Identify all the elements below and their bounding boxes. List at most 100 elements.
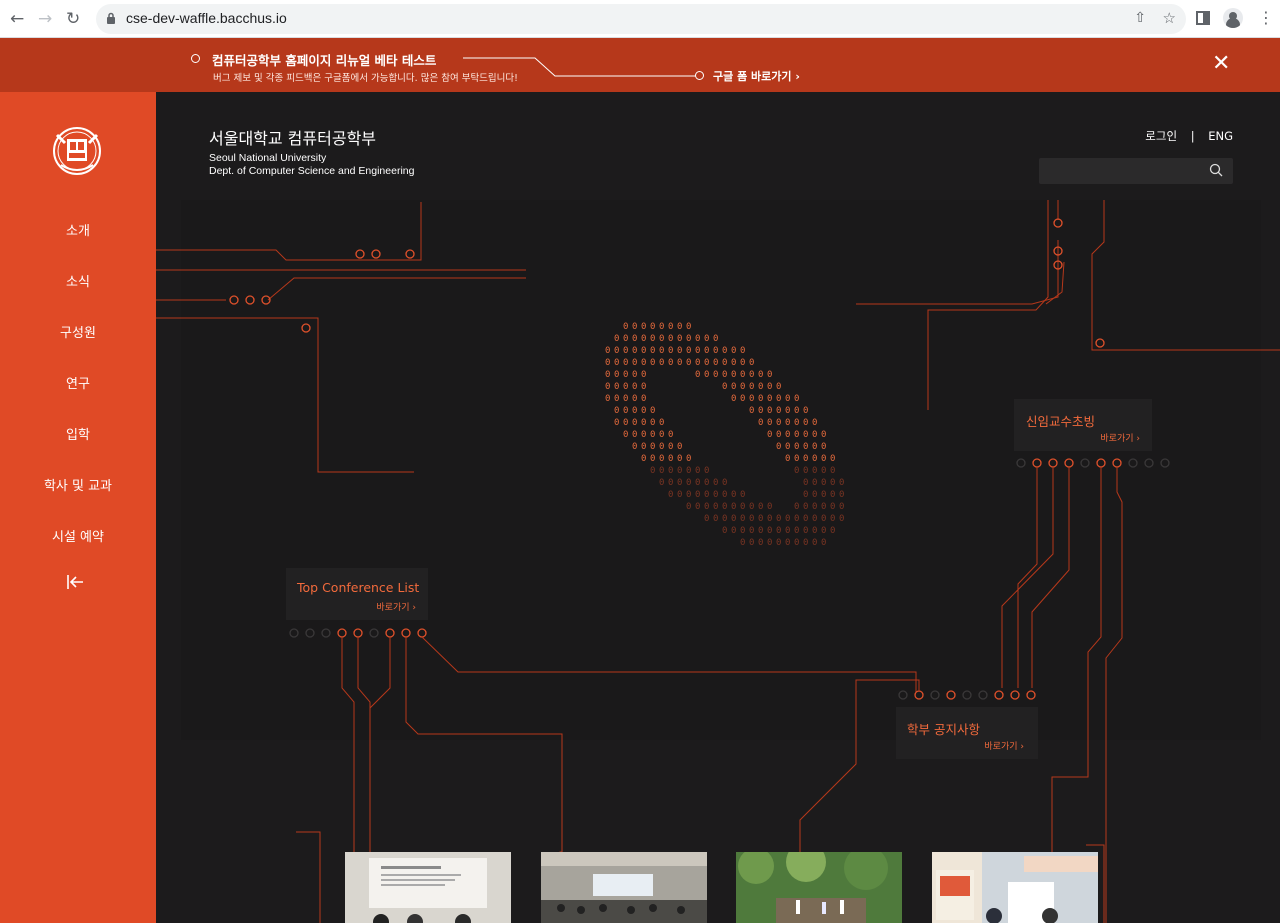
- glyph-zero: 0: [731, 370, 736, 380]
- glyph-zero: 0: [686, 454, 691, 464]
- glyph-zero: 0: [659, 418, 664, 428]
- google-form-link[interactable]: 구글 폼 바로가기 ›: [713, 68, 800, 84]
- sidebar-item-reservation[interactable]: 시설 예약: [0, 526, 156, 545]
- glyph-zero: 0: [740, 490, 745, 500]
- glyph-zero: 0: [695, 466, 700, 476]
- side-panel-icon[interactable]: [1196, 11, 1210, 25]
- glyph-zero: 0: [821, 514, 826, 524]
- news-photo-4[interactable]: [932, 852, 1098, 923]
- glyph-zero: 0: [659, 454, 664, 464]
- glyph-zero: 0: [767, 370, 772, 380]
- search-input[interactable]: [1039, 158, 1233, 184]
- glyph-zero: 0: [659, 430, 664, 440]
- sidebar-item-admission[interactable]: 입학: [0, 424, 156, 443]
- language-toggle[interactable]: ENG: [1208, 129, 1233, 143]
- news-photo-3[interactable]: [736, 852, 902, 923]
- glyph-zero: 0: [713, 502, 718, 512]
- glyph-zero: 0: [740, 370, 745, 380]
- site-subtitle-department: Dept. of Computer Science and Engineerin…: [209, 165, 415, 177]
- glyph-zero: 0: [794, 418, 799, 428]
- address-bar[interactable]: cse-dev-waffle.bacchus.io ⇧ ☆: [96, 4, 1186, 34]
- glyph-zero: 0: [767, 514, 772, 524]
- sidebar-item-academics[interactable]: 학사 및 교과: [0, 475, 156, 494]
- glyph-zero: 0: [641, 322, 646, 332]
- share-icon[interactable]: ⇧: [1134, 10, 1146, 26]
- glyph-zero: 0: [713, 514, 718, 524]
- banner-dot-icon: [191, 54, 200, 63]
- glyph-zero: 0: [668, 466, 673, 476]
- news-photo-1[interactable]: [345, 852, 511, 923]
- glyph-zero: 0: [821, 526, 826, 536]
- glyph-zero: 0: [677, 478, 682, 488]
- glyph-zero: 0: [659, 346, 664, 356]
- glyph-zero: 0: [794, 454, 799, 464]
- sidebar-item-news[interactable]: 소식: [0, 271, 156, 290]
- glyph-zero: 0: [632, 430, 637, 440]
- reload-icon[interactable]: ↻: [66, 9, 80, 29]
- site-subtitle-university: Seoul National University: [209, 152, 327, 164]
- glyph-zero: 0: [731, 346, 736, 356]
- login-link[interactable]: 로그인: [1145, 129, 1177, 143]
- back-icon[interactable]: ←: [10, 9, 24, 29]
- glyph-zero: 0: [749, 514, 754, 524]
- sidebar-item-research[interactable]: 연구: [0, 373, 156, 392]
- glyph-zero: 0: [812, 514, 817, 524]
- notice-go[interactable]: 바로가기 ›: [984, 739, 1024, 752]
- glyph-zero: 0: [785, 514, 790, 524]
- glyph-zero: 0: [830, 514, 835, 524]
- glyph-zero: 0: [812, 466, 817, 476]
- collapse-left-icon[interactable]: [66, 574, 86, 590]
- forward-icon[interactable]: →: [38, 9, 52, 29]
- glyph-zero: 0: [803, 442, 808, 452]
- top-conference-card[interactable]: Top Conference List 바로가기 ›: [286, 568, 428, 620]
- glyph-zero: 0: [623, 430, 628, 440]
- glyph-zero: 0: [713, 478, 718, 488]
- glyph-zero: 0: [713, 490, 718, 500]
- glyph-zero: 0: [758, 394, 763, 404]
- professor-recruit-card[interactable]: 신임교수초빙 바로가기 ›: [1014, 399, 1152, 451]
- search-icon[interactable]: [1209, 163, 1223, 177]
- notice-card[interactable]: 학부 공지사항 바로가기 ›: [896, 707, 1038, 759]
- glyph-zero: 0: [722, 382, 727, 392]
- glyph-zero: 0: [776, 406, 781, 416]
- glyph-zero: 0: [776, 382, 781, 392]
- bookmark-star-icon[interactable]: ☆: [1163, 9, 1176, 27]
- glyph-zero: 0: [686, 334, 691, 344]
- profile-icon[interactable]: [1223, 8, 1243, 28]
- glyph-zero: 0: [632, 334, 637, 344]
- glyph-zero: 0: [812, 490, 817, 500]
- glyph-zero: 0: [641, 430, 646, 440]
- glyph-zero: 0: [659, 334, 664, 344]
- glyph-zero: 0: [722, 346, 727, 356]
- glyph-zero: 0: [740, 514, 745, 524]
- glyph-zero: 0: [749, 538, 754, 548]
- url-text: cse-dev-waffle.bacchus.io: [126, 10, 287, 26]
- glyph-zero: 0: [704, 346, 709, 356]
- glyph-zero: 0: [623, 322, 628, 332]
- glyph-zero: 0: [785, 406, 790, 416]
- professor-recruit-go[interactable]: 바로가기 ›: [1100, 431, 1140, 444]
- menu-icon[interactable]: ⋮: [1258, 8, 1274, 27]
- university-logo[interactable]: [51, 125, 103, 177]
- glyph-zero: 0: [785, 526, 790, 536]
- glyph-zero: 0: [803, 466, 808, 476]
- glyph-zero: 0: [623, 418, 628, 428]
- sidebar-item-members[interactable]: 구성원: [0, 322, 156, 341]
- news-photo-2[interactable]: [541, 852, 707, 923]
- glyph-zero: 0: [713, 370, 718, 380]
- glyph-zero: 0: [677, 490, 682, 500]
- glyph-zero: 0: [812, 442, 817, 452]
- glyph-zero: 0: [668, 358, 673, 368]
- sidebar-nav: 소개 소식 구성원 연구 입학 학사 및 교과 시설 예약: [0, 92, 156, 923]
- glyph-zero: 0: [659, 442, 664, 452]
- site-title[interactable]: 서울대학교 컴퓨터공학부: [209, 125, 376, 149]
- glyph-zero: 0: [740, 538, 745, 548]
- glyph-zero: 0: [794, 394, 799, 404]
- glyph-zero: 0: [803, 430, 808, 440]
- top-conference-go[interactable]: 바로가기 ›: [376, 600, 416, 613]
- glyph-zero: 0: [776, 538, 781, 548]
- sidebar-item-intro[interactable]: 소개: [0, 220, 156, 239]
- glyph-zero: 0: [830, 454, 835, 464]
- glyph-zero: 0: [821, 502, 826, 512]
- close-icon[interactable]: ✕: [1212, 51, 1230, 76]
